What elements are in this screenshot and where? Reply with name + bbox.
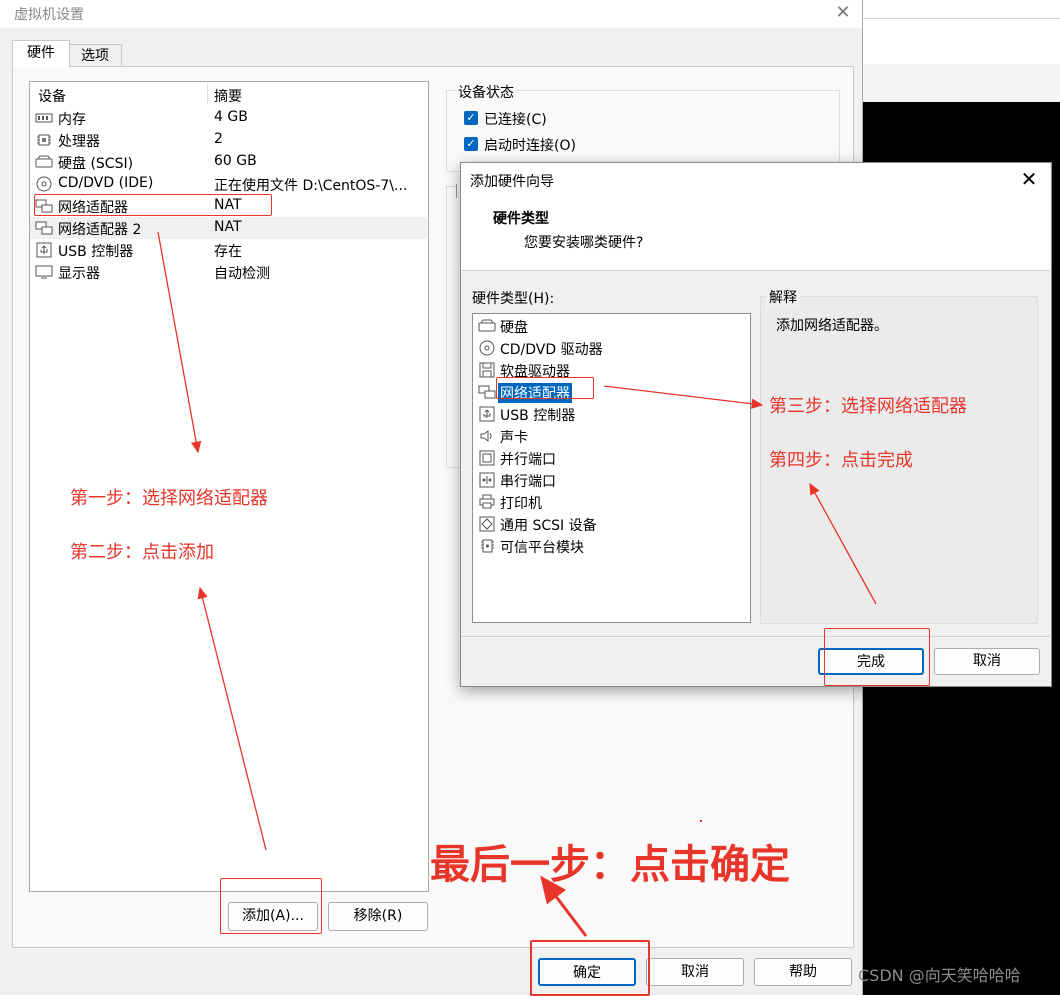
device-status-group (446, 90, 840, 172)
help-button[interactable]: 帮助 (754, 958, 852, 986)
annotation-final-step: 最后一步：点击确定 (430, 842, 790, 888)
network-adapter-icon (478, 385, 496, 399)
annotation-box-wizard-network-adapter (496, 377, 594, 399)
tab-hardware[interactable]: 硬件 (12, 40, 70, 68)
connect-at-power-on-label[interactable]: 启动时连接(O) (484, 135, 576, 155)
tab-options[interactable]: 选项 (68, 44, 122, 68)
annotation-step3: 第三步：选择网络适配器 (769, 396, 967, 417)
watermark: CSDN @向天笑哈哈哈 (858, 966, 1021, 985)
hardware-type-name: USB 控制器 (500, 408, 576, 424)
device-row-hard-disk[interactable]: 硬盘 (SCSI) 60 GB (30, 151, 427, 173)
hardware-type-name: 通用 SCSI 设备 (500, 518, 597, 534)
annotation-step2: 第二步：点击添加 (70, 542, 214, 563)
device-summary: 2 (214, 131, 223, 147)
hardware-type-name: 打印机 (500, 496, 542, 512)
wizard-header-title: 硬件类型 (493, 211, 549, 227)
device-name: 处理器 (58, 134, 100, 150)
wizard-footer-divider (461, 636, 1050, 637)
annotation-box-add-button (220, 878, 322, 934)
device-row-cd-dvd[interactable]: CD/DVD (IDE) 正在使用文件 D:\CentOS-7\... (30, 173, 427, 195)
serial-port-icon (479, 472, 495, 488)
device-name: CD/DVD (IDE) (58, 175, 154, 191)
annotation-box-network-adapter (34, 194, 272, 216)
device-summary: 60 GB (214, 153, 257, 169)
device-row-processor[interactable]: 处理器 2 (30, 129, 427, 151)
wizard-cancel-button[interactable]: 取消 (934, 648, 1040, 675)
tpm-icon (481, 539, 494, 553)
usb-icon (36, 242, 52, 258)
device-status-title: 设备状态 (456, 82, 516, 102)
device-name: 显示器 (58, 266, 100, 282)
annotation-dot (700, 820, 702, 822)
hardware-type-label: 硬件类型(H): (472, 291, 555, 307)
wizard-title: 添加硬件向导 (470, 174, 554, 190)
background-divider (862, 18, 1060, 19)
device-row-display[interactable]: 显示器 自动检测 (30, 261, 427, 283)
background-toolbar (862, 64, 1060, 103)
hard-disk-icon (35, 155, 53, 168)
device-summary: 自动检测 (214, 266, 270, 282)
vm-settings-title: 虚拟机设置 (14, 7, 84, 23)
hardware-type-name: 并行端口 (500, 452, 556, 468)
memory-icon (35, 113, 53, 123)
vm-settings-titlebar (0, 0, 862, 28)
device-summary: 4 GB (214, 109, 248, 125)
device-name: USB 控制器 (58, 244, 134, 260)
column-header-summary[interactable]: 摘要 (214, 86, 242, 106)
cd-dvd-icon (479, 340, 495, 356)
hardware-type-name: 串行端口 (500, 474, 556, 490)
device-row-usb[interactable]: USB 控制器 存在 (30, 239, 427, 261)
explanation-title: 解释 (766, 287, 800, 307)
usb-icon (479, 406, 495, 422)
annotation-step4: 第四步：点击完成 (769, 450, 913, 471)
parallel-port-icon (479, 450, 495, 466)
floppy-icon (479, 362, 495, 378)
device-summary: 正在使用文件 D:\CentOS-7\... (214, 178, 408, 194)
hardware-type-name: CD/DVD 驱动器 (500, 342, 603, 358)
printer-icon (479, 494, 495, 509)
hardware-type-name: 硬盘 (500, 320, 528, 336)
annotation-box-ok-button (530, 940, 650, 996)
wizard-header-subtitle: 您要安装哪类硬件? (524, 235, 644, 251)
column-header-device[interactable]: 设备 (38, 86, 66, 106)
close-icon[interactable]: ✕ (832, 0, 854, 26)
hardware-type-name: 声卡 (500, 430, 528, 446)
annotation-step1: 第一步：选择网络适配器 (70, 488, 268, 509)
background-window (862, 0, 1060, 64)
device-name: 硬盘 (SCSI) (58, 156, 134, 172)
hard-disk-icon (478, 319, 496, 332)
connected-label[interactable]: 已连接(C) (484, 109, 547, 129)
processor-icon (37, 134, 51, 146)
scsi-device-icon (479, 516, 495, 532)
annotation-box-finish-button (824, 628, 930, 686)
device-row-memory[interactable]: 内存 4 GB (30, 107, 427, 129)
connected-checkbox[interactable]: ✓ (464, 111, 478, 125)
device-name: 网络适配器 2 (58, 222, 142, 238)
remove-button[interactable]: 移除(R) (328, 902, 428, 931)
sound-card-icon (480, 430, 492, 442)
device-summary: 存在 (214, 244, 242, 260)
connect-at-power-on-checkbox[interactable]: ✓ (464, 137, 478, 151)
device-name: 内存 (58, 112, 86, 128)
cancel-button[interactable]: 取消 (646, 958, 744, 986)
display-icon (35, 265, 53, 279)
column-header-separator[interactable] (207, 84, 208, 104)
hardware-type-name: 可信平台模块 (500, 540, 584, 556)
explanation-text: 添加网络适配器。 (776, 318, 888, 334)
device-summary: NAT (214, 219, 242, 235)
network-adapter-icon (35, 221, 53, 235)
wizard-close-icon[interactable]: ✕ (1016, 166, 1042, 192)
cd-dvd-icon (36, 176, 52, 192)
device-row-network-adapter-2[interactable]: 网络适配器 2 NAT (30, 217, 427, 239)
